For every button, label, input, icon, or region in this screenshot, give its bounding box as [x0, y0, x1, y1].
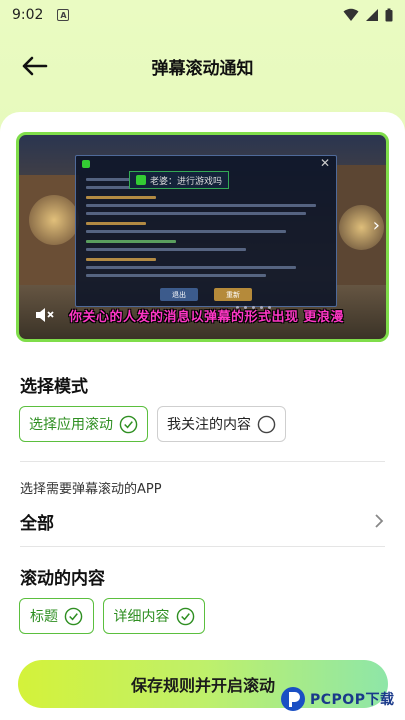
pcpop-logo-icon: [281, 687, 305, 711]
dialog-text-line: [86, 258, 156, 261]
dialog-tag: [78, 158, 94, 170]
divider: [20, 461, 385, 462]
status-time: 9:02: [12, 7, 44, 23]
dialog-text-line: [86, 196, 156, 199]
status-icons: [343, 8, 393, 22]
dialog-text-line: [86, 204, 316, 207]
chip-label: 标题: [30, 609, 58, 625]
content-option-detail[interactable]: 详细内容: [103, 598, 205, 634]
mode-option-app-scroll[interactable]: 选择应用滚动: [19, 406, 148, 442]
notification-a-icon: A: [57, 9, 70, 21]
mute-icon: [36, 308, 54, 322]
chip-label: 选择应用滚动: [29, 417, 113, 433]
chevron-right-icon: ›: [372, 215, 380, 236]
chevron-right-icon: [375, 514, 384, 528]
status-bar: 9:02 A: [0, 0, 405, 30]
dialog-text-line: [86, 222, 146, 225]
header: 弹幕滚动通知: [0, 40, 405, 92]
check-circle-icon: [64, 607, 83, 625]
app-select-row[interactable]: 全部: [20, 505, 385, 537]
wechat-icon: [136, 175, 146, 185]
scene-light: [29, 195, 79, 245]
divider: [20, 546, 385, 547]
danmaku-notice: 老婆：进行游戏吗: [129, 171, 230, 189]
app-select-value: 全部: [20, 513, 54, 534]
empty-circle-icon: [257, 415, 276, 433]
app-select-label: 选择需要弹幕滚动的APP: [20, 482, 162, 497]
check-circle-icon: [176, 607, 194, 625]
dialog-text-line: [86, 248, 246, 251]
notice-text: 老婆：进行游戏吗: [150, 176, 223, 187]
content-option-title[interactable]: 标题: [19, 598, 94, 634]
mode-option-followed-content[interactable]: 我关注的内容: [157, 406, 286, 442]
dialog-text-line: [86, 266, 296, 269]
preview-image: ✕ 退出 重新 老婆：进行游戏吗 › 你关心的人发的消息以弹幕的形式出现 更浪漫: [16, 132, 389, 342]
mode-section-title: 选择模式: [20, 377, 88, 397]
wifi-icon: [343, 8, 359, 21]
check-circle-icon: [119, 415, 138, 433]
battery-icon: [385, 8, 393, 22]
watermark-text: PCPOP下载: [310, 692, 395, 708]
chip-label: 我关注的内容: [167, 417, 251, 433]
dialog-text-line: [86, 212, 306, 215]
chip-label: 详细内容: [113, 609, 170, 625]
arrow-left-icon[interactable]: [20, 54, 48, 78]
content-section-title: 滚动的内容: [20, 569, 105, 589]
close-icon: ✕: [319, 156, 330, 170]
preview-subtitle: 你关心的人发的消息以弹幕的形式出现 更浪漫: [69, 309, 345, 325]
dialog-text-line: [86, 274, 266, 277]
subtitle-band: 你关心的人发的消息以弹幕的形式出现 更浪漫: [19, 300, 386, 330]
watermark: PCPOP下载: [280, 684, 394, 714]
dialog-text-line: [86, 240, 176, 243]
signal-icon: [366, 9, 378, 21]
page-title: 弹幕滚动通知: [151, 58, 254, 79]
dialog-text-line: [86, 230, 286, 233]
